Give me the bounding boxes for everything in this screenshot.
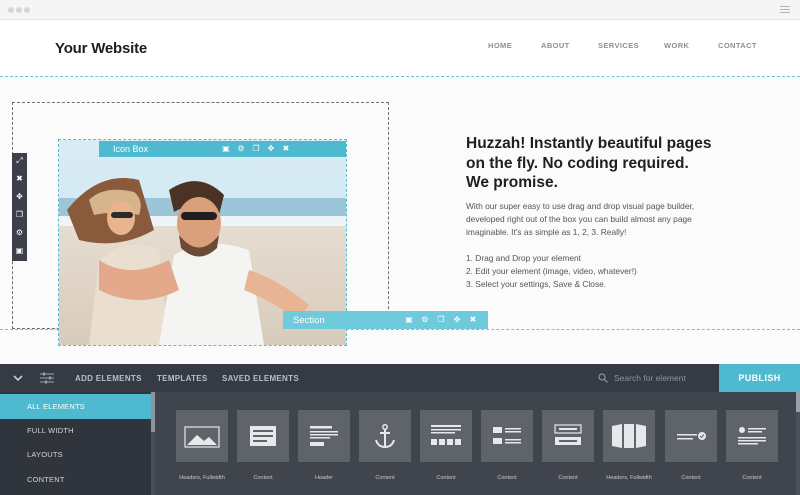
category-all-elements[interactable]: ALL ELEMENTS (0, 394, 151, 419)
browser-chrome (0, 0, 800, 20)
tile-label: Content (558, 475, 578, 481)
element-tile[interactable] (237, 410, 289, 462)
element-search-input[interactable] (614, 370, 714, 386)
hero-intro: With our super easy to use drag and drop… (466, 200, 766, 239)
buttons-icon (554, 424, 582, 445)
list-icon (738, 427, 766, 445)
headline-line: on the fly. No coding required. (466, 154, 689, 172)
duplicate-icon[interactable]: ❐ (250, 143, 262, 155)
search-icon (598, 373, 608, 383)
nav-services[interactable]: SERVICES (598, 41, 639, 50)
nav-home[interactable]: HOME (488, 41, 512, 50)
element-tile[interactable] (176, 410, 228, 462)
element-tile[interactable] (420, 410, 472, 462)
sliders-icon[interactable] (40, 372, 54, 384)
tile-label: Header (314, 475, 334, 481)
tile-label: Headers, Fullwidth (179, 475, 225, 481)
step-item: 1. Drag and Drop your element (466, 253, 581, 263)
headline-line: We promise. (466, 174, 558, 191)
intro-line: developed right out of the box you can b… (466, 214, 692, 224)
category-content[interactable]: CONTENT (0, 467, 151, 492)
element-tile[interactable] (603, 410, 655, 462)
category-full-width[interactable]: FULL WIDTH (0, 418, 151, 443)
save-icon[interactable]: ▣ (12, 243, 27, 259)
tile-label: Content (497, 475, 517, 481)
social-icons-icon (431, 425, 461, 445)
nav-contact[interactable]: CONTACT (718, 41, 757, 50)
tile-label: Headers, Fullwidth (606, 475, 652, 481)
window-dot-icon (8, 7, 14, 13)
element-categories: ALL ELEMENTS FULL WIDTH LAYOUTS CONTENT (0, 392, 155, 495)
save-icon[interactable]: ▣ (220, 143, 232, 155)
two-column-icon (493, 427, 521, 444)
text-block-icon (250, 426, 276, 446)
anchor-icon (375, 424, 395, 449)
settings-icon[interactable]: ⚙ (235, 143, 247, 155)
close-icon[interactable]: ✖ (467, 314, 479, 326)
icon-box-toolbar[interactable]: Icon Box ▣ ⚙ ❐ ✥ ✖ (99, 141, 346, 157)
save-icon[interactable]: ▣ (403, 314, 415, 326)
nav-about[interactable]: ABOUT (541, 41, 570, 50)
element-tile[interactable] (542, 410, 594, 462)
close-icon[interactable]: ✖ (280, 143, 292, 155)
builder-toolbar: ADD ELEMENTS TEMPLATES SAVED ELEMENTS PU… (0, 364, 800, 392)
duplicate-icon[interactable]: ❐ (435, 314, 447, 326)
intro-line: imaginable. It's as simple as 1, 2, 3. R… (466, 227, 627, 237)
hero-headline: Huzzah! Instantly beautiful pages on the… (466, 134, 766, 193)
check-line-icon (677, 432, 706, 440)
move-icon[interactable]: ✥ (265, 143, 277, 155)
close-icon[interactable]: ✖ (12, 171, 27, 187)
window-dot-icon (24, 7, 30, 13)
tile-label: Content (681, 475, 701, 481)
step-item: 2. Edit your element (image, video, what… (466, 266, 637, 276)
icon-box-label: Icon Box (113, 144, 149, 154)
nav-work[interactable]: WORK (664, 41, 689, 50)
grid-scrollbar[interactable] (796, 392, 800, 495)
image-icon (184, 426, 220, 448)
move-icon[interactable]: ✥ (12, 189, 27, 205)
section-toolbar[interactable]: Section ▣ ⚙ ❐ ✥ ✖ (283, 311, 488, 329)
tile-label: Content (742, 475, 762, 481)
slider-panels-icon (612, 424, 646, 448)
site-header: Your Website HOME ABOUT SERVICES WORK CO… (0, 20, 800, 76)
tile-label: Content (253, 475, 273, 481)
header-icon (310, 426, 338, 446)
settings-icon[interactable]: ⚙ (12, 225, 27, 241)
headline-line: Huzzah! Instantly beautiful pages (466, 135, 712, 152)
site-logo[interactable]: Your Website (55, 40, 147, 57)
element-tile[interactable] (665, 410, 717, 462)
hero-steps: 1. Drag and Drop your element 2. Edit yo… (466, 252, 766, 291)
move-icon[interactable]: ✥ (451, 314, 463, 326)
section-label: Section (293, 315, 325, 326)
duplicate-icon[interactable]: ❐ (12, 207, 27, 223)
element-tile[interactable] (481, 410, 533, 462)
element-tile[interactable] (359, 410, 411, 462)
hamburger-menu-icon[interactable] (780, 6, 790, 14)
element-tile[interactable] (726, 410, 778, 462)
intro-line: With our super easy to use drag and drop… (466, 201, 695, 211)
window-dot-icon (16, 7, 22, 13)
tab-saved-elements[interactable]: SAVED ELEMENTS (222, 374, 299, 383)
element-side-toolbar: ⤢ ✖ ✥ ❐ ⚙ ▣ (12, 153, 27, 261)
step-item: 3. Select your settings, Save & Close. (466, 279, 607, 289)
resize-icon[interactable]: ⤢ (12, 153, 27, 169)
tab-add-elements[interactable]: ADD ELEMENTS (75, 374, 142, 383)
tab-templates[interactable]: TEMPLATES (157, 374, 208, 383)
publish-button[interactable]: PUBLISH (719, 364, 800, 392)
settings-icon[interactable]: ⚙ (419, 314, 431, 326)
element-tile[interactable] (298, 410, 350, 462)
tile-label: Content (375, 475, 395, 481)
chevron-down-icon[interactable] (13, 373, 23, 383)
category-layouts[interactable]: LAYOUTS (0, 442, 151, 467)
tile-label: Content (436, 475, 456, 481)
